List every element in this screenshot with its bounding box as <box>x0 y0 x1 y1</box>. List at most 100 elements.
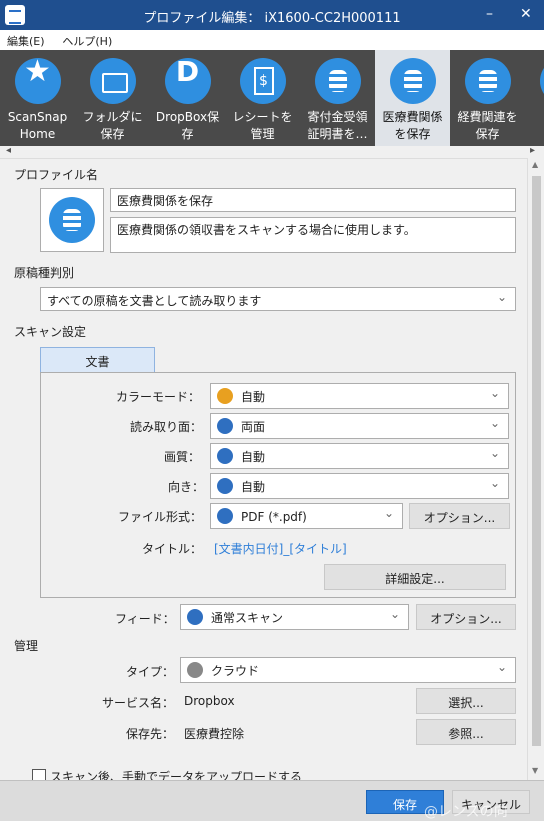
menu-bar: 編集(E) ヘルプ(H) <box>0 30 544 50</box>
chevron-down-icon: ⌄ <box>384 506 394 520</box>
profile-label: DropBox保 <box>150 109 225 126</box>
dropbox-icon <box>165 58 211 104</box>
profile-label: Home <box>0 126 75 143</box>
destination-label: 保存先： <box>126 725 174 742</box>
profile-dropbox[interactable]: DropBox保 存 <box>150 50 225 146</box>
menu-help[interactable]: ヘルプ(H) <box>55 30 119 49</box>
scan-side-dropdown[interactable]: 両面 ⌄ <box>210 413 509 439</box>
scrollbar-thumb[interactable] <box>532 176 541 746</box>
coins-icon <box>540 58 544 104</box>
service-label: サービス名： <box>102 694 174 711</box>
cloud-icon <box>187 662 203 678</box>
vertical-scrollbar[interactable]: ▲ ▼ <box>527 158 544 780</box>
profile-label: 存 <box>150 126 225 143</box>
doc-type-value: すべての原稿を文書として読み取ります <box>47 294 261 308</box>
scan-settings-heading: スキャン設定 <box>14 323 86 340</box>
profile-label: 保存 <box>450 126 525 143</box>
title-label: タイトル： <box>142 540 202 557</box>
profile-name-heading: プロファイル名 <box>14 166 98 183</box>
coins-icon <box>390 58 436 104</box>
chevron-down-icon: ⌄ <box>497 290 507 304</box>
quality-label: 画質： <box>164 448 200 465</box>
coins-icon <box>49 197 95 243</box>
chevron-down-icon: ⌄ <box>490 416 500 430</box>
coins-icon <box>465 58 511 104</box>
chevron-down-icon: ⌄ <box>490 476 500 490</box>
profile-label: メ <box>525 109 544 126</box>
folder-icon <box>90 58 136 104</box>
scan-side-label: 読み取り面： <box>130 418 202 435</box>
chevron-down-icon: ⌄ <box>490 386 500 400</box>
profile-label: 管理 <box>225 126 300 143</box>
title-bar: プロファイル編集： iX1600-CC2H000111 – ✕ <box>0 0 544 30</box>
service-value: Dropbox <box>184 694 235 708</box>
type-value: クラウド <box>211 664 259 678</box>
feed-dropdown[interactable]: 通常スキャン ⌄ <box>180 604 409 630</box>
orientation-label: 向き： <box>168 478 204 495</box>
profile-label: レシートを <box>225 109 300 126</box>
orientation-value: 自動 <box>241 480 265 494</box>
profile-medical[interactable]: 医療費関係 を保存 <box>375 50 450 146</box>
quality-auto-icon <box>217 448 233 464</box>
star-icon <box>15 58 61 104</box>
feed-label: フィード： <box>115 610 175 627</box>
quality-dropdown[interactable]: 自動⌄ <box>210 443 509 469</box>
color-mode-label: カラーモード： <box>116 388 200 405</box>
profile-icon-button[interactable] <box>40 188 104 252</box>
profile-expense[interactable]: 経費関連を 保存 <box>450 50 525 146</box>
profile-toolbar: ScanSnap Home フォルダに 保存 DropBox保 存 レシートを … <box>0 50 544 146</box>
scroll-down-icon[interactable]: ▼ <box>532 766 538 775</box>
orientation-dropdown[interactable]: 自動 ⌄ <box>210 473 509 499</box>
detail-settings-button[interactable]: 詳細設定... <box>324 564 506 590</box>
minimize-button[interactable]: – <box>486 6 493 22</box>
feed-value: 通常スキャン <box>211 611 283 625</box>
file-format-label: ファイル形式： <box>118 508 202 525</box>
profile-donation[interactable]: 寄付金受領 証明書を… <box>300 50 375 146</box>
duplex-icon <box>217 418 233 434</box>
profile-label: 証明書を… <box>300 126 375 143</box>
scan-side-value: 両面 <box>241 420 265 434</box>
profile-label: 保存 <box>75 126 150 143</box>
browse-button[interactable]: 参照... <box>416 719 516 745</box>
type-dropdown[interactable]: クラウド ⌄ <box>180 657 516 683</box>
profile-label: 医療費関係 <box>375 109 450 126</box>
title-value-link[interactable]: [文書内日付]_[タイトル] <box>214 540 347 557</box>
window-title: プロファイル編集： iX1600-CC2H000111 <box>0 7 544 26</box>
profile-scansnap-home[interactable]: ScanSnap Home <box>0 50 75 146</box>
type-label: タイプ： <box>126 663 174 680</box>
destination-value: 医療費控除 <box>184 725 244 742</box>
feed-icon <box>187 609 203 625</box>
profile-label: ScanSnap <box>0 109 75 126</box>
profile-label: 経費関連を <box>450 109 525 126</box>
profile-receipt[interactable]: レシートを 管理 <box>225 50 300 146</box>
scroll-left-icon[interactable]: ◂ <box>6 145 11 156</box>
profile-label: 寄付金受領 <box>300 109 375 126</box>
profile-name-input[interactable]: 医療費関係を保存 <box>110 188 516 212</box>
profile-more[interactable]: メ <box>525 50 544 146</box>
pdf-icon <box>217 508 233 524</box>
select-service-button[interactable]: 選択... <box>416 688 516 714</box>
file-format-value: PDF (*.pdf) <box>241 510 307 524</box>
color-mode-dropdown[interactable]: 自動 ⌄ <box>210 383 509 409</box>
tab-document[interactable]: 文書 <box>40 347 155 373</box>
scroll-right-icon[interactable]: ▸ <box>530 145 535 156</box>
footer-bar: 保存 キャンセル @レンズの向 <box>0 780 544 821</box>
feed-option-button[interactable]: オプション... <box>416 604 516 630</box>
profile-save-folder[interactable]: フォルダに 保存 <box>75 50 150 146</box>
file-format-dropdown[interactable]: PDF (*.pdf) ⌄ <box>210 503 403 529</box>
profile-label: を保存 <box>375 126 450 143</box>
close-button[interactable]: ✕ <box>520 6 532 22</box>
toolbar-scrollbar[interactable]: ◂ ▸ <box>0 146 544 159</box>
manage-heading: 管理 <box>14 637 38 654</box>
doc-type-heading: 原稿種判別 <box>14 264 74 281</box>
chevron-down-icon: ⌄ <box>390 607 400 621</box>
chevron-down-icon: ⌄ <box>490 446 500 460</box>
color-auto-icon <box>217 388 233 404</box>
color-mode-value: 自動 <box>241 390 265 404</box>
format-option-button[interactable]: オプション... <box>409 503 510 529</box>
chevron-down-icon: ⌄ <box>497 660 507 674</box>
menu-edit[interactable]: 編集(E) <box>0 30 52 49</box>
scroll-up-icon[interactable]: ▲ <box>532 160 538 169</box>
doc-type-dropdown[interactable]: すべての原稿を文書として読み取ります ⌄ <box>40 287 516 311</box>
profile-description-input[interactable]: 医療費関係の領収書をスキャンする場合に使用します。 <box>110 217 516 253</box>
